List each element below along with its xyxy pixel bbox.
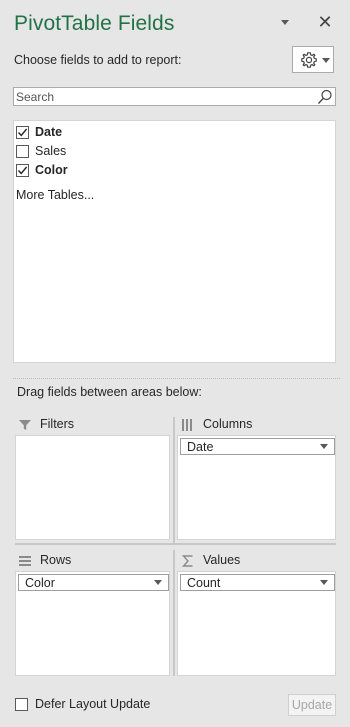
more-tables-link[interactable]: More Tables... [16, 188, 94, 202]
field-list: Date Sales Color More Tables... [13, 120, 336, 363]
filters-drop-area[interactable] [15, 435, 170, 540]
columns-field-label: Date [187, 440, 214, 454]
columns-area-label: Columns [203, 417, 253, 431]
close-icon[interactable]: ✕ [316, 12, 334, 32]
field-item-sales[interactable]: Sales [16, 143, 316, 160]
field-label-color: Color [35, 163, 68, 177]
choose-fields-label: Choose fields to add to report: [14, 53, 182, 67]
area-splitter-horizontal[interactable] [15, 543, 336, 545]
filters-area-header: Filters [18, 417, 168, 433]
areas-divider[interactable] [13, 378, 340, 380]
chevron-down-icon [322, 58, 330, 63]
search-box [13, 87, 336, 106]
filters-area-label: Filters [40, 417, 75, 431]
checkmark-icon [17, 166, 28, 175]
rows-drop-area[interactable]: Color [15, 571, 170, 676]
values-field-pill[interactable]: Count [180, 574, 335, 591]
field-checkbox-date[interactable] [16, 126, 29, 139]
search-icon[interactable] [317, 89, 333, 105]
field-label-sales: Sales [35, 144, 67, 158]
pivottable-fields-pane: PivotTable Fields ✕ Choose fields to add… [0, 0, 350, 727]
area-splitter-vertical[interactable] [173, 550, 175, 676]
field-checkbox-color[interactable] [16, 164, 29, 177]
field-item-date[interactable]: Date [16, 124, 316, 141]
update-button[interactable]: Update [288, 694, 336, 716]
drag-fields-label: Drag fields between areas below: [17, 385, 202, 399]
search-input[interactable] [14, 88, 312, 105]
rows-field-pill[interactable]: Color [18, 574, 169, 591]
field-item-color[interactable]: Color [16, 162, 316, 179]
rows-area-header: Rows [18, 553, 168, 569]
tools-button[interactable] [292, 46, 334, 73]
values-drop-area[interactable]: Count [177, 571, 336, 676]
field-checkbox-sales[interactable] [16, 145, 29, 158]
task-pane-options-dropdown[interactable] [277, 16, 293, 30]
sigma-icon [181, 555, 193, 567]
columns-field-pill[interactable]: Date [180, 438, 335, 455]
filter-icon [19, 420, 31, 430]
rows-icon [19, 556, 31, 566]
columns-drop-area[interactable]: Date [177, 435, 336, 540]
area-splitter-vertical[interactable] [173, 417, 175, 543]
defer-layout-label: Defer Layout Update [35, 697, 151, 711]
chevron-down-icon[interactable] [320, 580, 328, 585]
values-field-label: Count [187, 576, 221, 590]
chevron-down-icon[interactable] [320, 444, 328, 449]
rows-area-label: Rows [40, 553, 72, 567]
chevron-down-icon[interactable] [154, 580, 162, 585]
field-label-date: Date [35, 125, 63, 139]
checkmark-icon [17, 128, 28, 137]
values-area-header: Values [181, 553, 331, 569]
defer-layout-checkbox[interactable] [15, 698, 28, 711]
pane-title: PivotTable Fields [14, 12, 175, 35]
values-area-label: Values [203, 553, 241, 567]
gear-icon [301, 52, 317, 68]
columns-icon [182, 419, 192, 431]
defer-layout-update[interactable]: Defer Layout Update [15, 697, 215, 714]
rows-field-label: Color [25, 576, 55, 590]
columns-area-header: Columns [181, 417, 331, 433]
